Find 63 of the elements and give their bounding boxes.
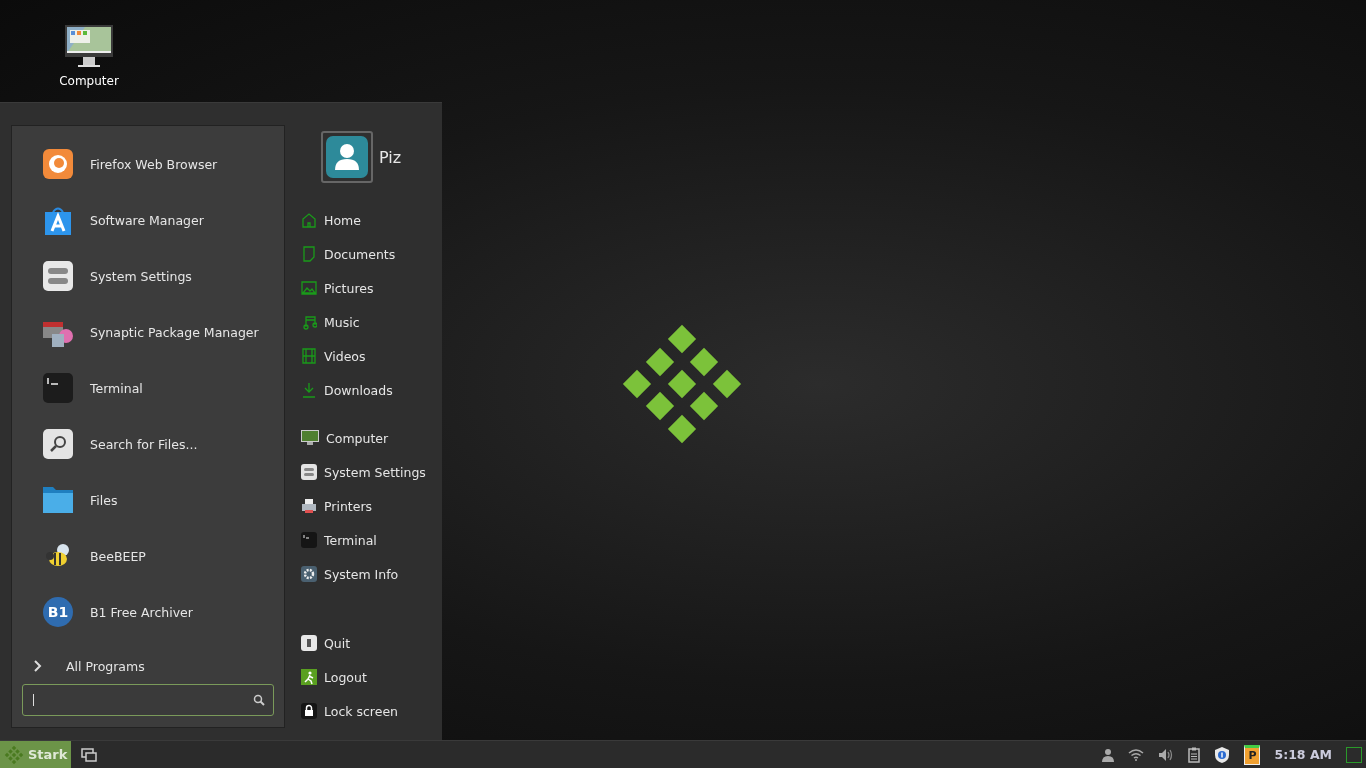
session-item[interactable]: Lock screen <box>301 694 399 728</box>
favorite-app-item[interactable]: Search for Files... <box>22 416 274 472</box>
desktop-icon-label[interactable]: Computer <box>59 74 119 88</box>
padlock-icon <box>301 703 317 719</box>
user-avatar[interactable] <box>321 131 373 183</box>
place-item[interactable]: Music <box>301 305 360 339</box>
wifi-icon[interactable] <box>1128 748 1145 761</box>
clock[interactable]: 5:18 AM <box>1274 747 1332 762</box>
favorite-app-item[interactable]: Firefox Web Browser <box>22 136 274 192</box>
film-icon <box>301 348 317 364</box>
toggle-switches-icon <box>301 464 317 480</box>
diamond-grid-logo-icon <box>621 323 743 445</box>
show-desktop-icon[interactable] <box>1346 746 1362 763</box>
place-item[interactable]: Documents <box>301 237 396 271</box>
music-note-icon <box>301 314 317 330</box>
system-item[interactable]: Terminal <box>301 523 377 557</box>
place-item[interactable]: Home <box>301 203 361 237</box>
diamond-grid-logo-icon <box>4 744 24 765</box>
session-item[interactable]: Quit <box>301 626 351 660</box>
power-switch-icon <box>301 635 317 651</box>
exit-person-icon <box>301 669 317 685</box>
house-icon <box>301 212 317 228</box>
windows-icon[interactable] <box>81 747 98 762</box>
system-item[interactable]: Printers <box>301 489 373 523</box>
favorite-app-item[interactable]: B1 B1 Free Archiver <box>22 584 274 640</box>
system-item[interactable]: Computer <box>301 421 389 455</box>
shield-icon[interactable] <box>1214 745 1231 764</box>
settings-icon <box>301 566 317 582</box>
chevron-right-icon <box>34 660 42 672</box>
picture-icon <box>301 280 317 296</box>
clipboard-badge-icon[interactable]: P <box>1244 744 1261 765</box>
session-item[interactable]: Logout <box>301 660 367 694</box>
terminal-icon <box>43 373 73 403</box>
person-icon[interactable] <box>1102 747 1115 762</box>
place-item[interactable]: Downloads <box>301 373 393 407</box>
monitor-icon <box>301 430 319 446</box>
archive-badge-icon: B1 <box>43 597 73 627</box>
favorite-app-item[interactable]: Software Manager <box>22 192 274 248</box>
search-icon <box>43 429 73 459</box>
download-icon <box>301 382 317 398</box>
favorite-app-item[interactable]: Terminal <box>22 360 274 416</box>
search-field[interactable] <box>22 684 274 716</box>
shopping-bag-icon <box>44 205 72 235</box>
folder-icon <box>43 487 73 513</box>
system-item[interactable]: System Info <box>301 557 399 591</box>
favorite-app-item[interactable]: System Settings <box>22 248 274 304</box>
person-silhouette-icon <box>326 136 368 178</box>
favorite-app-item[interactable]: BeeBEEP <box>22 528 274 584</box>
search-icon <box>253 694 265 706</box>
clipboard-icon[interactable] <box>1188 746 1201 763</box>
document-icon <box>301 246 317 262</box>
place-item[interactable]: Pictures <box>301 271 374 305</box>
favorite-app-item[interactable]: Files <box>22 472 274 528</box>
toggle-switches-icon <box>43 261 73 291</box>
monitor-icon[interactable] <box>65 25 113 69</box>
terminal-icon <box>301 532 317 548</box>
favorite-app-item[interactable]: Synaptic Package Manager <box>22 304 274 360</box>
all-programs-item[interactable]: All Programs <box>22 652 145 680</box>
printer-icon <box>301 498 317 514</box>
place-item[interactable]: Videos <box>301 339 366 373</box>
speaker-icon[interactable] <box>1158 747 1175 762</box>
system-item[interactable]: System Settings <box>301 455 426 489</box>
user-name: Piz <box>379 147 402 167</box>
